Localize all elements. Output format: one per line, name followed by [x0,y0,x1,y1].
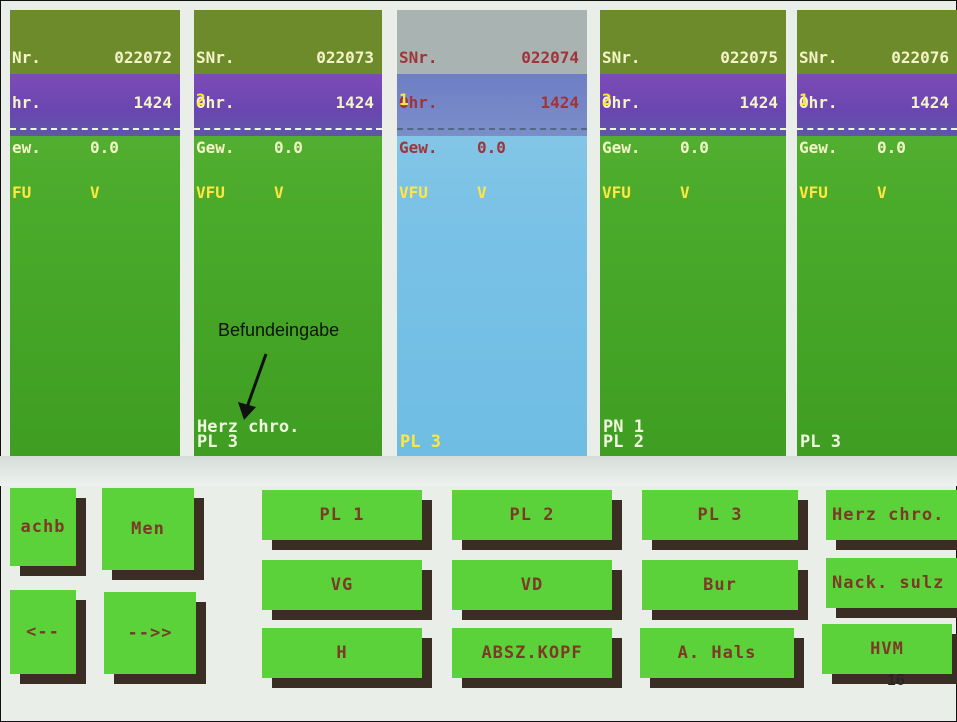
vfu-number: 1 [399,90,409,109]
pl3-button[interactable]: PL 3 [642,490,798,540]
gew-label: Gew. [602,138,641,157]
carcass-column-1[interactable]: Nr. 022072 hr. 1424 ew. 0.0 FU V [10,10,180,456]
screen-glare [0,456,957,486]
hvm-button[interactable]: HVM [822,624,952,674]
vfu-value: V [477,183,487,202]
vfu-value: V [877,183,887,202]
finding-line-2: PL 3 [400,432,441,452]
snr-label: SNr. [196,48,235,67]
carcass-column-5[interactable]: SNr. 022076 Ohr. 1424 Gew. 0.0 VFU V 1 PL 3 [797,10,957,456]
gew-value: 0.0 [477,138,506,157]
column-info: SNr. 022075 Ohr. 1424 Gew. 0.0 VFU V [602,20,784,230]
carcass-column-3[interactable]: SNr. 022074 Ohr. 1424 Gew. 0.0 VFU V 1 PL 3 [397,10,587,456]
vfu-value: V [680,183,690,202]
column-findings: PL 3 [800,432,955,452]
column-info: SNr. 022074 Ohr. 1424 Gew. 0.0 VFU V [399,20,585,230]
vfu-number: 2 [196,90,206,109]
annotation-label: Befundeingabe [218,320,340,340]
finding-line-2: PL 3 [800,432,841,452]
ohr-label: hr. [12,93,41,112]
ohr-value: 1424 [910,93,949,112]
menu-button[interactable]: Men [102,488,194,570]
pl1-button[interactable]: PL 1 [262,490,422,540]
column-findings: PL 3 [400,432,585,452]
snr-value: 022074 [521,48,579,67]
a-hals-button[interactable]: A. Hals [640,628,794,678]
previous-button[interactable]: <-- [10,590,76,674]
snr-label: SNr. [399,48,438,67]
carcass-column-4[interactable]: SNr. 022075 Ohr. 1424 Gew. 0.0 VFU V 2 PN 1P… [600,10,786,456]
annotation-arrow-icon [238,353,268,420]
ohr-value: 1424 [739,93,778,112]
gew-label: Gew. [399,138,438,157]
finding-line-2: PL 3 [197,432,238,452]
gew-value: 0.0 [877,138,906,157]
h-button[interactable]: H [262,628,422,678]
gew-label: Gew. [196,138,235,157]
bur-button[interactable]: Bur [642,560,798,610]
column-info: SNr. 022073 Ohr. 1424 Gew. 0.0 VFU V [196,20,380,230]
column-info: Nr. 022072 hr. 1424 ew. 0.0 FU V [12,20,178,230]
snr-value: 022075 [720,48,778,67]
column-findings: Herz chro. PL 3 [197,419,380,452]
vfu-label: VFU [399,183,428,202]
vfu-label: FU [12,183,32,202]
gew-label: ew. [12,138,41,157]
vfu-number: 2 [602,90,612,109]
column-findings: PN 1 PL 2 [603,419,784,452]
snr-value: 022076 [891,48,949,67]
vd-button[interactable]: VD [452,560,612,610]
snr-label: Nr. [12,48,41,67]
next-button[interactable]: -->> [104,592,196,674]
finding-line-2: PL 2 [603,432,644,452]
ohr-value: 1424 [540,93,579,112]
vfu-value: V [90,183,100,202]
nack-sulz-button[interactable]: Nack. sulz [826,558,957,608]
vg-button[interactable]: VG [262,560,422,610]
gew-label: Gew. [799,138,838,157]
gew-value: 0.0 [680,138,709,157]
ohr-value: 1424 [133,93,172,112]
nachb-button[interactable]: achb [10,488,76,566]
snr-label: SNr. [602,48,641,67]
snr-label: SNr. [799,48,838,67]
snr-value: 022073 [316,48,374,67]
column-info: SNr. 022076 Ohr. 1424 Gew. 0.0 VFU V [799,20,955,230]
pl2-button[interactable]: PL 2 [452,490,612,540]
ohr-value: 1424 [335,93,374,112]
page-number: 16 [887,672,905,689]
vfu-label: VFU [602,183,631,202]
gew-value: 0.0 [274,138,303,157]
vfu-label: VFU [196,183,225,202]
snr-value: 022072 [114,48,172,67]
vfu-value: V [274,183,284,202]
carcass-column-2[interactable]: SNr. 022073 Ohr. 1424 Gew. 0.0 VFU V 2 Herz … [194,10,382,456]
absz-kopf-button[interactable]: ABSZ.KOPF [452,628,612,678]
herz-chro-button[interactable]: Herz chro. [826,490,957,540]
vfu-label: VFU [799,183,828,202]
gew-value: 0.0 [90,138,119,157]
vfu-number: 1 [799,90,809,109]
